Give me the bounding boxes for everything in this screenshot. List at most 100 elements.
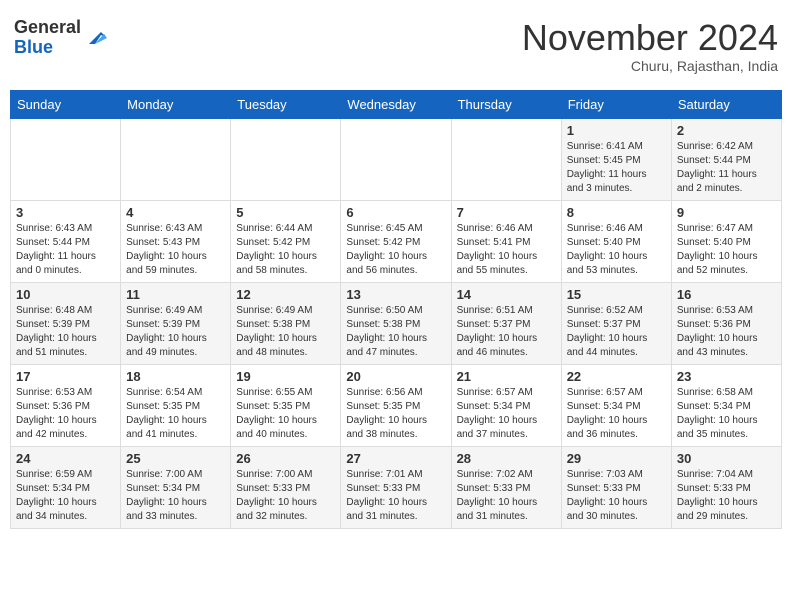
day-cell: 27 Sunrise: 7:01 AM Sunset: 5:33 PM Dayli… (341, 446, 451, 528)
weekday-header-tuesday: Tuesday (231, 90, 341, 118)
day-number: 22 (567, 369, 666, 384)
day-info: Sunrise: 6:59 AM Sunset: 5:34 PM Dayligh… (16, 468, 115, 524)
day-cell (11, 118, 121, 200)
week-row-1: 1 Sunrise: 6:41 AM Sunset: 5:45 PM Daylig… (11, 118, 782, 200)
weekday-header-friday: Friday (561, 90, 671, 118)
day-number: 14 (457, 287, 556, 302)
day-info: Sunrise: 6:43 AM Sunset: 5:44 PM Dayligh… (16, 222, 115, 278)
day-info: Sunrise: 6:50 AM Sunset: 5:38 PM Dayligh… (346, 304, 445, 360)
day-number: 7 (457, 205, 556, 220)
day-number: 28 (457, 451, 556, 466)
day-info: Sunrise: 6:49 AM Sunset: 5:39 PM Dayligh… (126, 304, 225, 360)
day-cell (451, 118, 561, 200)
day-cell: 12 Sunrise: 6:49 AM Sunset: 5:38 PM Dayli… (231, 282, 341, 364)
day-info: Sunrise: 6:49 AM Sunset: 5:38 PM Dayligh… (236, 304, 335, 360)
week-row-5: 24 Sunrise: 6:59 AM Sunset: 5:34 PM Dayli… (11, 446, 782, 528)
day-number: 13 (346, 287, 445, 302)
day-cell: 4Sunrise: 6:43 AM Sunset: 5:43 PM Daylig… (121, 200, 231, 282)
day-info: Sunrise: 7:02 AM Sunset: 5:33 PM Dayligh… (457, 468, 556, 524)
day-cell: 28 Sunrise: 7:02 AM Sunset: 5:33 PM Dayli… (451, 446, 561, 528)
day-info: Sunrise: 7:04 AM Sunset: 5:33 PM Dayligh… (677, 468, 776, 524)
page-header: General Blue November 2024 Churu, Rajast… (10, 10, 782, 82)
day-cell: 14 Sunrise: 6:51 AM Sunset: 5:37 PM Dayli… (451, 282, 561, 364)
day-number: 27 (346, 451, 445, 466)
day-info: Sunrise: 6:57 AM Sunset: 5:34 PM Dayligh… (567, 386, 666, 442)
day-cell: 25Sunrise: 7:00 AM Sunset: 5:34 PM Dayli… (121, 446, 231, 528)
day-cell: 23 Sunrise: 6:58 AM Sunset: 5:34 PM Dayli… (671, 364, 781, 446)
day-info: Sunrise: 6:55 AM Sunset: 5:35 PM Dayligh… (236, 386, 335, 442)
calendar-table: SundayMondayTuesdayWednesdayThursdayFrid… (10, 90, 782, 529)
day-number: 3 (16, 205, 115, 220)
day-info: Sunrise: 6:58 AM Sunset: 5:34 PM Dayligh… (677, 386, 776, 442)
day-info: Sunrise: 7:03 AM Sunset: 5:33 PM Dayligh… (567, 468, 666, 524)
day-cell: 2 Sunrise: 6:42 AM Sunset: 5:44 PM Daylig… (671, 118, 781, 200)
day-info: Sunrise: 6:44 AM Sunset: 5:42 PM Dayligh… (236, 222, 335, 278)
day-cell: 17Sunrise: 6:53 AM Sunset: 5:36 PM Dayli… (11, 364, 121, 446)
day-number: 9 (677, 205, 776, 220)
week-row-3: 10 Sunrise: 6:48 AM Sunset: 5:39 PM Dayli… (11, 282, 782, 364)
day-cell: 1 Sunrise: 6:41 AM Sunset: 5:45 PM Daylig… (561, 118, 671, 200)
day-number: 1 (567, 123, 666, 138)
day-info: Sunrise: 6:48 AM Sunset: 5:39 PM Dayligh… (16, 304, 115, 360)
day-cell: 3 Sunrise: 6:43 AM Sunset: 5:44 PM Daylig… (11, 200, 121, 282)
day-cell (231, 118, 341, 200)
day-info: Sunrise: 6:47 AM Sunset: 5:40 PM Dayligh… (677, 222, 776, 278)
day-cell: 16 Sunrise: 6:53 AM Sunset: 5:36 PM Dayli… (671, 282, 781, 364)
day-number: 12 (236, 287, 335, 302)
day-number: 4 (126, 205, 225, 220)
month-title: November 2024 (522, 18, 778, 58)
day-cell: 10 Sunrise: 6:48 AM Sunset: 5:39 PM Dayli… (11, 282, 121, 364)
day-info: Sunrise: 6:45 AM Sunset: 5:42 PM Dayligh… (346, 222, 445, 278)
day-number: 10 (16, 287, 115, 302)
day-info: Sunrise: 7:00 AM Sunset: 5:33 PM Dayligh… (236, 468, 335, 524)
day-number: 29 (567, 451, 666, 466)
day-number: 24 (16, 451, 115, 466)
logo: General Blue (14, 18, 107, 58)
day-info: Sunrise: 6:57 AM Sunset: 5:34 PM Dayligh… (457, 386, 556, 442)
day-cell: 18Sunrise: 6:54 AM Sunset: 5:35 PM Dayli… (121, 364, 231, 446)
day-number: 20 (346, 369, 445, 384)
day-info: Sunrise: 6:46 AM Sunset: 5:40 PM Dayligh… (567, 222, 666, 278)
day-cell (341, 118, 451, 200)
day-number: 21 (457, 369, 556, 384)
day-info: Sunrise: 6:42 AM Sunset: 5:44 PM Dayligh… (677, 140, 776, 196)
day-info: Sunrise: 7:01 AM Sunset: 5:33 PM Dayligh… (346, 468, 445, 524)
weekday-header-thursday: Thursday (451, 90, 561, 118)
day-info: Sunrise: 7:00 AM Sunset: 5:34 PM Dayligh… (126, 468, 225, 524)
day-cell: 6Sunrise: 6:45 AM Sunset: 5:42 PM Daylig… (341, 200, 451, 282)
weekday-header-row: SundayMondayTuesdayWednesdayThursdayFrid… (11, 90, 782, 118)
day-cell: 30 Sunrise: 7:04 AM Sunset: 5:33 PM Dayli… (671, 446, 781, 528)
logo-icon (83, 26, 107, 50)
day-number: 5 (236, 205, 335, 220)
day-number: 30 (677, 451, 776, 466)
day-number: 8 (567, 205, 666, 220)
day-cell: 19Sunrise: 6:55 AM Sunset: 5:35 PM Dayli… (231, 364, 341, 446)
day-number: 23 (677, 369, 776, 384)
day-info: Sunrise: 6:52 AM Sunset: 5:37 PM Dayligh… (567, 304, 666, 360)
weekday-header-wednesday: Wednesday (341, 90, 451, 118)
day-number: 17 (16, 369, 115, 384)
location-subtitle: Churu, Rajasthan, India (522, 58, 778, 74)
day-info: Sunrise: 6:51 AM Sunset: 5:37 PM Dayligh… (457, 304, 556, 360)
day-info: Sunrise: 6:41 AM Sunset: 5:45 PM Dayligh… (567, 140, 666, 196)
day-cell: 22 Sunrise: 6:57 AM Sunset: 5:34 PM Dayli… (561, 364, 671, 446)
day-number: 11 (126, 287, 225, 302)
title-section: November 2024 Churu, Rajasthan, India (522, 18, 778, 74)
day-number: 2 (677, 123, 776, 138)
day-info: Sunrise: 6:54 AM Sunset: 5:35 PM Dayligh… (126, 386, 225, 442)
day-cell: 5 Sunrise: 6:44 AM Sunset: 5:42 PM Daylig… (231, 200, 341, 282)
day-cell: 21 Sunrise: 6:57 AM Sunset: 5:34 PM Dayli… (451, 364, 561, 446)
day-info: Sunrise: 6:53 AM Sunset: 5:36 PM Dayligh… (677, 304, 776, 360)
day-number: 16 (677, 287, 776, 302)
logo-line1: General (14, 18, 81, 38)
day-number: 26 (236, 451, 335, 466)
logo-line2: Blue (14, 38, 81, 58)
day-info: Sunrise: 6:56 AM Sunset: 5:35 PM Dayligh… (346, 386, 445, 442)
day-cell: 9 Sunrise: 6:47 AM Sunset: 5:40 PM Daylig… (671, 200, 781, 282)
day-cell: 11 Sunrise: 6:49 AM Sunset: 5:39 PM Dayli… (121, 282, 231, 364)
day-cell: 8 Sunrise: 6:46 AM Sunset: 5:40 PM Daylig… (561, 200, 671, 282)
week-row-4: 17Sunrise: 6:53 AM Sunset: 5:36 PM Dayli… (11, 364, 782, 446)
day-cell: 15Sunrise: 6:52 AM Sunset: 5:37 PM Dayli… (561, 282, 671, 364)
day-cell: 29 Sunrise: 7:03 AM Sunset: 5:33 PM Dayli… (561, 446, 671, 528)
weekday-header-sunday: Sunday (11, 90, 121, 118)
